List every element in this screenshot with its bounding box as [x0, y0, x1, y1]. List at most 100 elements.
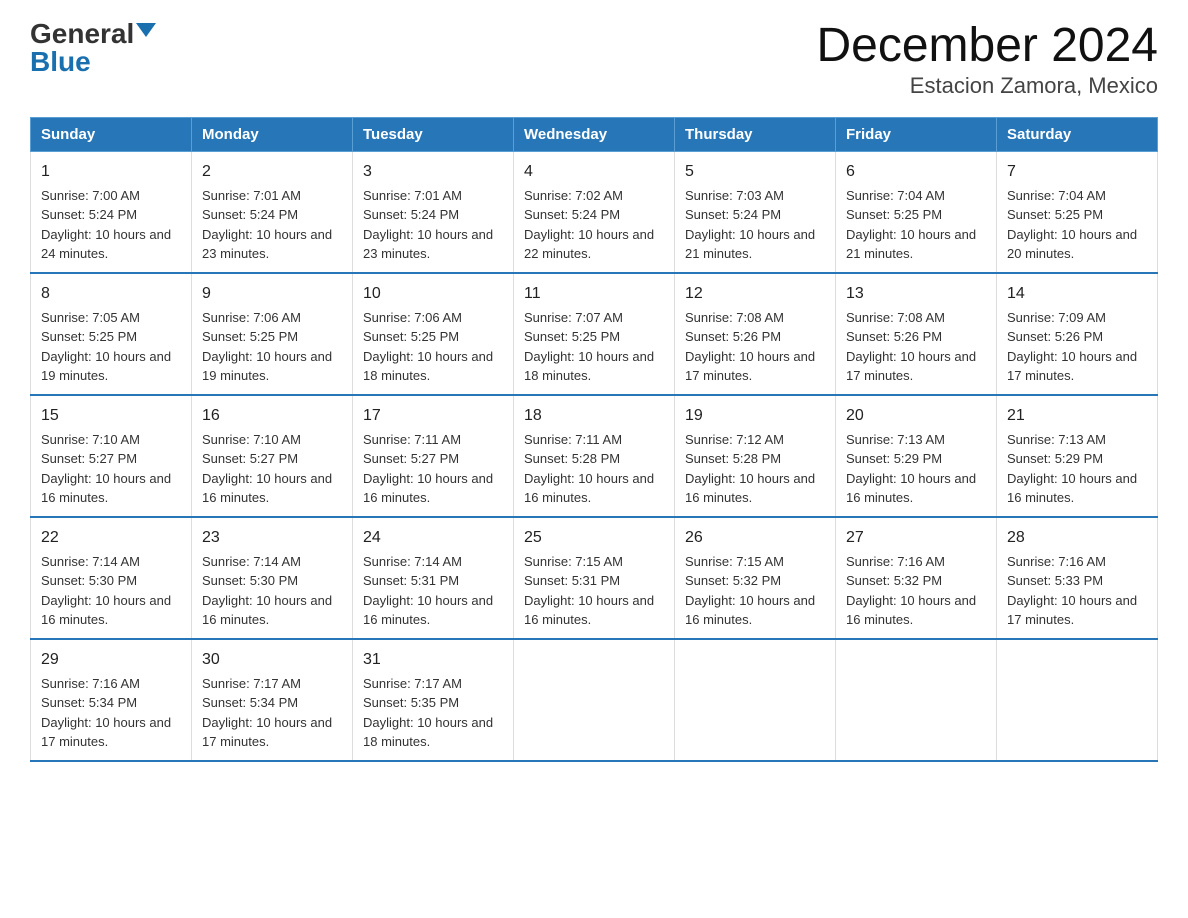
calendar-cell: 30 Sunrise: 7:17 AMSunset: 5:34 PMDaylig…	[192, 639, 353, 761]
day-number: 31	[363, 648, 503, 672]
day-info: Sunrise: 7:13 AMSunset: 5:29 PMDaylight:…	[846, 432, 976, 506]
day-number: 8	[41, 282, 181, 306]
calendar-cell: 20 Sunrise: 7:13 AMSunset: 5:29 PMDaylig…	[836, 395, 997, 517]
column-header-thursday: Thursday	[675, 117, 836, 151]
calendar-cell: 19 Sunrise: 7:12 AMSunset: 5:28 PMDaylig…	[675, 395, 836, 517]
calendar-cell: 7 Sunrise: 7:04 AMSunset: 5:25 PMDayligh…	[997, 151, 1158, 273]
day-number: 13	[846, 282, 986, 306]
day-number: 23	[202, 526, 342, 550]
day-info: Sunrise: 7:10 AMSunset: 5:27 PMDaylight:…	[202, 432, 332, 506]
day-info: Sunrise: 7:14 AMSunset: 5:30 PMDaylight:…	[41, 554, 171, 628]
day-info: Sunrise: 7:17 AMSunset: 5:34 PMDaylight:…	[202, 676, 332, 750]
logo-triangle-icon	[136, 23, 156, 37]
day-number: 14	[1007, 282, 1147, 306]
day-info: Sunrise: 7:05 AMSunset: 5:25 PMDaylight:…	[41, 310, 171, 384]
calendar-cell: 26 Sunrise: 7:15 AMSunset: 5:32 PMDaylig…	[675, 517, 836, 639]
day-info: Sunrise: 7:12 AMSunset: 5:28 PMDaylight:…	[685, 432, 815, 506]
day-info: Sunrise: 7:00 AMSunset: 5:24 PMDaylight:…	[41, 188, 171, 262]
day-info: Sunrise: 7:06 AMSunset: 5:25 PMDaylight:…	[202, 310, 332, 384]
calendar-cell: 21 Sunrise: 7:13 AMSunset: 5:29 PMDaylig…	[997, 395, 1158, 517]
day-number: 1	[41, 160, 181, 184]
day-number: 20	[846, 404, 986, 428]
calendar-cell: 15 Sunrise: 7:10 AMSunset: 5:27 PMDaylig…	[31, 395, 192, 517]
calendar-cell: 13 Sunrise: 7:08 AMSunset: 5:26 PMDaylig…	[836, 273, 997, 395]
day-info: Sunrise: 7:09 AMSunset: 5:26 PMDaylight:…	[1007, 310, 1137, 384]
column-header-friday: Friday	[836, 117, 997, 151]
day-number: 24	[363, 526, 503, 550]
logo-general: General	[30, 20, 134, 48]
logo-blue: Blue	[30, 48, 91, 76]
calendar-cell: 18 Sunrise: 7:11 AMSunset: 5:28 PMDaylig…	[514, 395, 675, 517]
day-number: 19	[685, 404, 825, 428]
calendar-cell: 24 Sunrise: 7:14 AMSunset: 5:31 PMDaylig…	[353, 517, 514, 639]
day-info: Sunrise: 7:08 AMSunset: 5:26 PMDaylight:…	[846, 310, 976, 384]
calendar-cell: 5 Sunrise: 7:03 AMSunset: 5:24 PMDayligh…	[675, 151, 836, 273]
day-number: 11	[524, 282, 664, 306]
day-number: 28	[1007, 526, 1147, 550]
day-info: Sunrise: 7:14 AMSunset: 5:30 PMDaylight:…	[202, 554, 332, 628]
day-info: Sunrise: 7:11 AMSunset: 5:28 PMDaylight:…	[524, 432, 654, 506]
column-header-sunday: Sunday	[31, 117, 192, 151]
column-header-monday: Monday	[192, 117, 353, 151]
day-number: 29	[41, 648, 181, 672]
day-info: Sunrise: 7:17 AMSunset: 5:35 PMDaylight:…	[363, 676, 493, 750]
day-info: Sunrise: 7:15 AMSunset: 5:32 PMDaylight:…	[685, 554, 815, 628]
day-number: 27	[846, 526, 986, 550]
day-info: Sunrise: 7:02 AMSunset: 5:24 PMDaylight:…	[524, 188, 654, 262]
day-info: Sunrise: 7:04 AMSunset: 5:25 PMDaylight:…	[1007, 188, 1137, 262]
calendar-cell: 16 Sunrise: 7:10 AMSunset: 5:27 PMDaylig…	[192, 395, 353, 517]
calendar-cell: 4 Sunrise: 7:02 AMSunset: 5:24 PMDayligh…	[514, 151, 675, 273]
calendar-week-row: 15 Sunrise: 7:10 AMSunset: 5:27 PMDaylig…	[31, 395, 1158, 517]
calendar-cell: 3 Sunrise: 7:01 AMSunset: 5:24 PMDayligh…	[353, 151, 514, 273]
day-number: 18	[524, 404, 664, 428]
calendar-cell	[514, 639, 675, 761]
calendar-cell: 10 Sunrise: 7:06 AMSunset: 5:25 PMDaylig…	[353, 273, 514, 395]
calendar-cell: 29 Sunrise: 7:16 AMSunset: 5:34 PMDaylig…	[31, 639, 192, 761]
calendar-cell: 2 Sunrise: 7:01 AMSunset: 5:24 PMDayligh…	[192, 151, 353, 273]
calendar-cell: 6 Sunrise: 7:04 AMSunset: 5:25 PMDayligh…	[836, 151, 997, 273]
calendar-cell: 1 Sunrise: 7:00 AMSunset: 5:24 PMDayligh…	[31, 151, 192, 273]
day-number: 15	[41, 404, 181, 428]
page-title: December 2024	[816, 20, 1158, 73]
calendar-week-row: 29 Sunrise: 7:16 AMSunset: 5:34 PMDaylig…	[31, 639, 1158, 761]
day-info: Sunrise: 7:03 AMSunset: 5:24 PMDaylight:…	[685, 188, 815, 262]
page-subtitle: Estacion Zamora, Mexico	[816, 73, 1158, 99]
column-header-wednesday: Wednesday	[514, 117, 675, 151]
day-number: 16	[202, 404, 342, 428]
day-number: 7	[1007, 160, 1147, 184]
calendar-cell: 22 Sunrise: 7:14 AMSunset: 5:30 PMDaylig…	[31, 517, 192, 639]
day-number: 12	[685, 282, 825, 306]
calendar-cell	[836, 639, 997, 761]
calendar-cell: 11 Sunrise: 7:07 AMSunset: 5:25 PMDaylig…	[514, 273, 675, 395]
calendar-cell: 14 Sunrise: 7:09 AMSunset: 5:26 PMDaylig…	[997, 273, 1158, 395]
calendar-cell: 28 Sunrise: 7:16 AMSunset: 5:33 PMDaylig…	[997, 517, 1158, 639]
page-header: General Blue December 2024 Estacion Zamo…	[30, 20, 1158, 99]
day-info: Sunrise: 7:16 AMSunset: 5:32 PMDaylight:…	[846, 554, 976, 628]
column-header-saturday: Saturday	[997, 117, 1158, 151]
day-number: 21	[1007, 404, 1147, 428]
calendar-cell: 12 Sunrise: 7:08 AMSunset: 5:26 PMDaylig…	[675, 273, 836, 395]
day-number: 2	[202, 160, 342, 184]
calendar-cell: 25 Sunrise: 7:15 AMSunset: 5:31 PMDaylig…	[514, 517, 675, 639]
day-info: Sunrise: 7:13 AMSunset: 5:29 PMDaylight:…	[1007, 432, 1137, 506]
calendar-cell: 23 Sunrise: 7:14 AMSunset: 5:30 PMDaylig…	[192, 517, 353, 639]
calendar-table: SundayMondayTuesdayWednesdayThursdayFrid…	[30, 117, 1158, 762]
day-number: 4	[524, 160, 664, 184]
day-info: Sunrise: 7:01 AMSunset: 5:24 PMDaylight:…	[363, 188, 493, 262]
calendar-cell: 9 Sunrise: 7:06 AMSunset: 5:25 PMDayligh…	[192, 273, 353, 395]
calendar-header-row: SundayMondayTuesdayWednesdayThursdayFrid…	[31, 117, 1158, 151]
day-number: 10	[363, 282, 503, 306]
day-info: Sunrise: 7:01 AMSunset: 5:24 PMDaylight:…	[202, 188, 332, 262]
day-info: Sunrise: 7:06 AMSunset: 5:25 PMDaylight:…	[363, 310, 493, 384]
calendar-cell: 8 Sunrise: 7:05 AMSunset: 5:25 PMDayligh…	[31, 273, 192, 395]
calendar-week-row: 1 Sunrise: 7:00 AMSunset: 5:24 PMDayligh…	[31, 151, 1158, 273]
calendar-cell: 27 Sunrise: 7:16 AMSunset: 5:32 PMDaylig…	[836, 517, 997, 639]
calendar-cell: 17 Sunrise: 7:11 AMSunset: 5:27 PMDaylig…	[353, 395, 514, 517]
day-info: Sunrise: 7:10 AMSunset: 5:27 PMDaylight:…	[41, 432, 171, 506]
day-number: 6	[846, 160, 986, 184]
calendar-cell: 31 Sunrise: 7:17 AMSunset: 5:35 PMDaylig…	[353, 639, 514, 761]
logo: General Blue	[30, 20, 156, 76]
calendar-cell	[675, 639, 836, 761]
day-number: 25	[524, 526, 664, 550]
day-number: 30	[202, 648, 342, 672]
